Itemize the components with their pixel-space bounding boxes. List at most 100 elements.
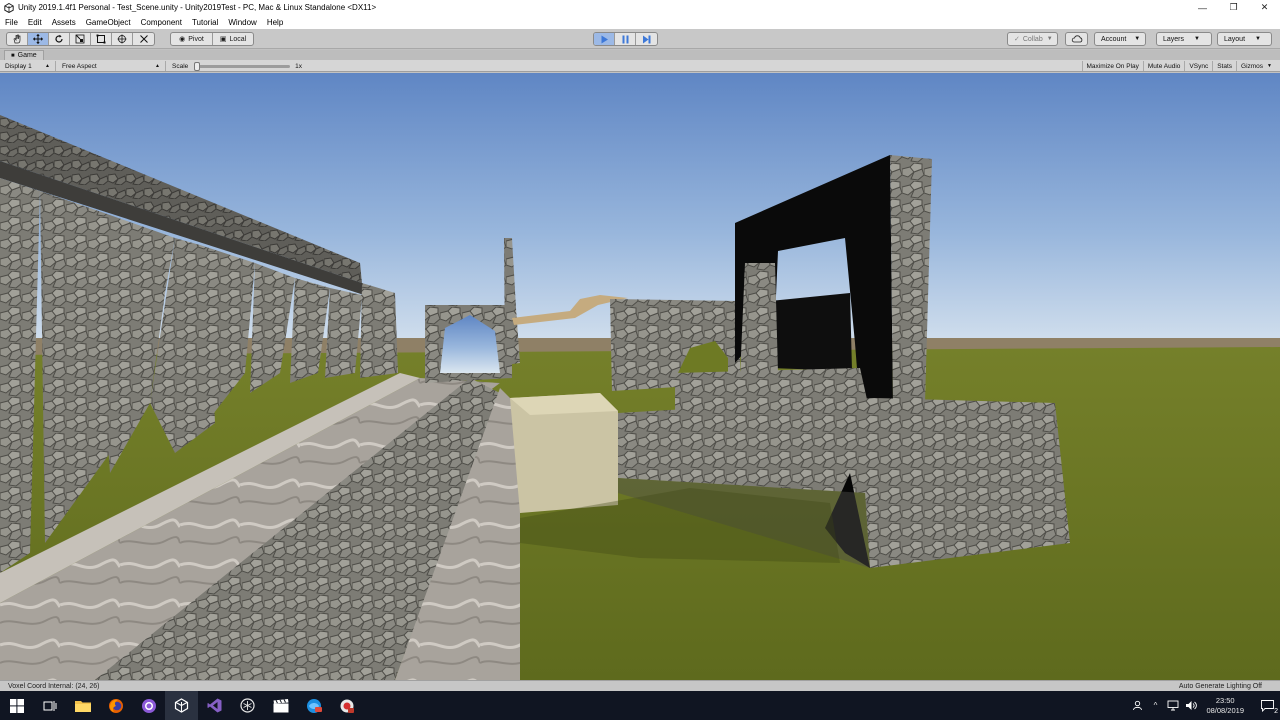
pivot-label: Pivot (188, 35, 204, 43)
move-tool-button[interactable] (28, 33, 49, 45)
chevron-down-icon: ▼ (1194, 36, 1200, 42)
scale-label: Scale (172, 62, 189, 70)
taskbar-browser[interactable] (297, 691, 330, 720)
collab-check-icon: ✓ (1014, 36, 1020, 43)
task-view-button[interactable] (33, 691, 66, 720)
tools-icon (139, 35, 148, 43)
account-dropdown[interactable]: Account ▼ (1094, 32, 1146, 46)
cloud-button[interactable] (1065, 32, 1088, 46)
task-view-icon (43, 700, 56, 711)
close-icon: ✕ (1260, 2, 1269, 12)
console-status-message[interactable]: Voxel Coord Internal: (24, 26) (0, 683, 1179, 690)
local-label: Local (229, 35, 247, 43)
notification-count-badge: 2 (1274, 708, 1278, 715)
taskbar-unity-hub[interactable] (231, 691, 264, 720)
chevron-down-icon: ▲ (155, 63, 160, 69)
people-icon[interactable] (1130, 691, 1144, 720)
collab-label: Collab (1022, 35, 1043, 43)
taskbar-clock[interactable]: 23:50 08/08/2019 (1206, 696, 1244, 716)
notification-center-button[interactable]: 2 (1256, 691, 1278, 720)
window-title: Unity 2019.1.4f1 Personal - Test_Scene.u… (18, 3, 377, 12)
game-view-options: Maximize On Play Mute Audio VSync Stats … (1081, 61, 1277, 71)
transform-tool-button[interactable] (112, 33, 133, 45)
globe-icon (306, 698, 322, 713)
playback-controls (593, 32, 658, 46)
menu-file[interactable]: File (0, 18, 23, 27)
custom-tool-button[interactable] (133, 33, 154, 45)
combined-transform-icon (117, 34, 127, 44)
step-icon (643, 35, 651, 43)
volume-icon[interactable] (1184, 691, 1198, 720)
menu-component[interactable]: Component (136, 18, 187, 27)
mute-audio-toggle[interactable]: Mute Audio (1142, 61, 1185, 71)
network-icon[interactable] (1166, 691, 1180, 720)
menu-bar: File Edit Assets GameObject Component Tu… (0, 15, 1280, 29)
stats-toggle[interactable]: Stats (1212, 61, 1236, 71)
menu-gameobject[interactable]: GameObject (81, 18, 136, 27)
scale-control: Scale 1x (167, 61, 307, 71)
pivot-group: ◉ Pivot ▣ Local (170, 32, 254, 46)
tab-game[interactable]: ■ Game (4, 50, 44, 60)
unity-logo-icon (174, 698, 189, 713)
taskbar-unity[interactable] (165, 691, 198, 720)
maximize-on-play-toggle[interactable]: Maximize On Play (1081, 61, 1143, 71)
vsync-toggle[interactable]: VSync (1184, 61, 1212, 71)
chevron-up-icon[interactable]: ^ (1148, 691, 1162, 720)
minimize-button[interactable]: — (1187, 0, 1218, 15)
cloud-icon (1071, 35, 1082, 43)
pause-button[interactable] (615, 33, 636, 45)
restore-icon: ❐ (1229, 2, 1238, 12)
scale-slider[interactable] (194, 61, 291, 71)
rotate-icon (55, 34, 63, 43)
chevron-down-icon: ▲ (45, 63, 50, 69)
game-viewport[interactable] (0, 73, 1280, 680)
close-button[interactable]: ✕ (1249, 0, 1280, 15)
taskbar-app-purple[interactable] (132, 691, 165, 720)
pivot-button[interactable]: ◉ Pivot (171, 33, 213, 45)
main-toolbar: ◉ Pivot ▣ Local ✓ Collab ▼ Account ▼ Lay… (0, 29, 1280, 49)
gizmos-label: Gizmos (1241, 62, 1264, 70)
game-view-toolbar: Display 1 ▲ Free Aspect ▲ Scale 1x Maxim… (0, 60, 1280, 72)
windows-taskbar: ^ 23:50 08/08/2019 2 (0, 691, 1280, 720)
hand-icon (13, 34, 21, 44)
gizmos-dropdown[interactable]: Gizmos ▼ (1236, 61, 1276, 71)
collab-dropdown[interactable]: ✓ Collab ▼ (1007, 32, 1058, 46)
chevron-down-icon: ▼ (1255, 36, 1261, 42)
taskbar-recorder[interactable] (330, 691, 363, 720)
local-icon: ▣ (219, 36, 227, 43)
taskbar-file-explorer[interactable] (66, 691, 99, 720)
scale-value: 1x (295, 62, 302, 70)
menu-window[interactable]: Window (223, 18, 261, 27)
taskbar-video-editor[interactable] (264, 691, 297, 720)
hand-tool-button[interactable] (7, 33, 28, 45)
layers-dropdown[interactable]: Layers ▼ (1156, 32, 1212, 46)
layout-label: Layout (1224, 35, 1246, 43)
start-button[interactable] (0, 691, 33, 720)
notification-icon (1260, 699, 1274, 712)
step-button[interactable] (636, 33, 657, 45)
layout-dropdown[interactable]: Layout ▼ (1217, 32, 1272, 46)
hub-icon (240, 698, 255, 713)
menu-edit[interactable]: Edit (23, 18, 47, 27)
aspect-label: Free Aspect (62, 62, 97, 70)
scale-slider-thumb[interactable] (194, 61, 201, 71)
rotate-tool-button[interactable] (49, 33, 70, 45)
windows-logo-icon (9, 698, 24, 713)
account-label: Account (1101, 35, 1127, 43)
menu-tutorial[interactable]: Tutorial (187, 18, 223, 27)
menu-assets[interactable]: Assets (47, 18, 81, 27)
local-button[interactable]: ▣ Local (213, 33, 253, 45)
rect-transform-icon (96, 34, 106, 44)
folder-icon (74, 701, 91, 712)
aspect-dropdown[interactable]: Free Aspect ▲ (57, 61, 166, 71)
chevron-down-icon: ▼ (1267, 63, 1272, 69)
taskbar-visual-studio[interactable] (198, 691, 231, 720)
rect-tool-button[interactable] (91, 33, 112, 45)
scale-tool-button[interactable] (70, 33, 91, 45)
maximize-button[interactable]: ❐ (1218, 0, 1249, 15)
play-button[interactable] (594, 33, 615, 45)
taskbar-firefox[interactable] (99, 691, 132, 720)
menu-help[interactable]: Help (262, 18, 288, 27)
clapperboard-icon (273, 698, 288, 712)
display-dropdown[interactable]: Display 1 ▲ (0, 61, 56, 71)
